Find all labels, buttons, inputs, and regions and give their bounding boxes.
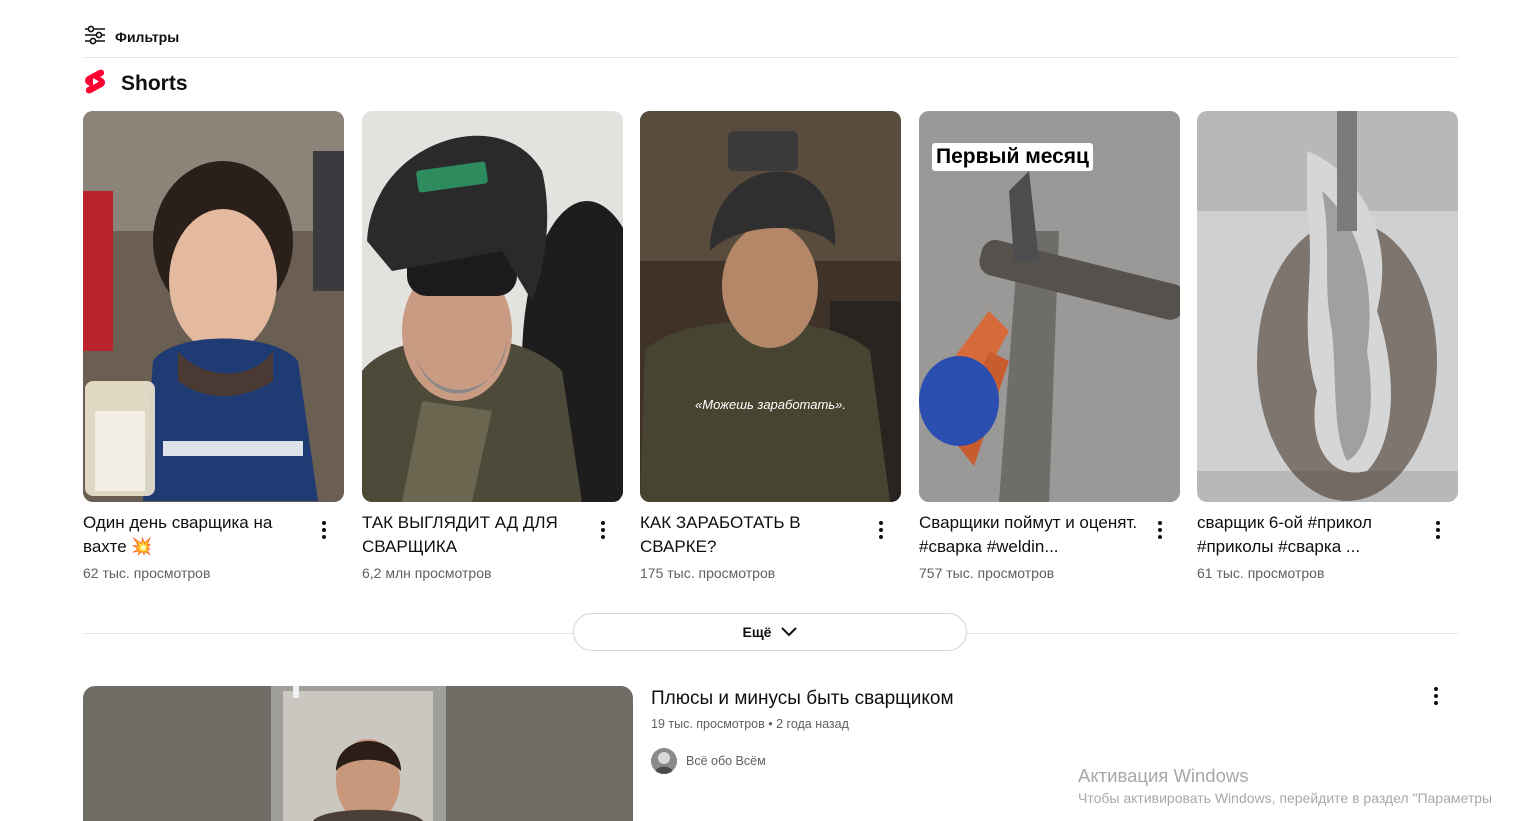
video-metadata: 19 тыс. просмотров • 2 года назад: [651, 717, 849, 731]
meta-separator: •: [768, 717, 773, 731]
more-options-button[interactable]: [1426, 518, 1450, 542]
video-age: 2 года назад: [776, 717, 849, 731]
short-item[interactable]: сварщик 6-ой #прикол #приколы #сварка ..…: [1197, 111, 1458, 581]
short-views: 175 тыс. просмотров: [640, 565, 776, 581]
more-options-button[interactable]: [1424, 684, 1448, 708]
short-thumbnail[interactable]: [83, 111, 344, 502]
short-item[interactable]: Один день сварщика на вахте 💥 62 тыс. пр…: [83, 111, 344, 581]
kebab-icon: [322, 521, 326, 539]
chevron-down-icon: [781, 624, 798, 640]
short-title[interactable]: Сварщики поймут и оценят. #сварка #weldi…: [919, 511, 1139, 559]
filters-icon: [83, 23, 107, 52]
shorts-logo-icon: [83, 68, 107, 101]
short-item[interactable]: «Можешь заработать». КАК ЗАРАБОТАТЬ В СВ…: [640, 111, 901, 581]
video-thumbnail[interactable]: [83, 686, 633, 821]
short-title[interactable]: ТАК ВЫГЛЯДИТ АД ДЛЯ СВАРЩИКА: [362, 511, 582, 559]
short-thumbnail[interactable]: [1197, 111, 1458, 502]
windows-activation-title: Активация Windows: [1078, 765, 1249, 786]
short-views: 6,2 млн просмотров: [362, 565, 492, 581]
avatar[interactable]: [651, 748, 677, 774]
kebab-icon: [879, 521, 883, 539]
divider: [967, 633, 1458, 634]
short-item[interactable]: ТАК ВЫГЛЯДИТ АД ДЛЯ СВАРЩИКА 6,2 млн про…: [362, 111, 623, 581]
short-thumbnail[interactable]: [362, 111, 623, 502]
windows-activation-text: Чтобы активировать Windows, перейдите в …: [1078, 790, 1493, 806]
divider: [83, 633, 573, 634]
short-title[interactable]: КАК ЗАРАБОТАТЬ В СВАРКЕ?: [640, 511, 860, 559]
kebab-icon: [1436, 521, 1440, 539]
channel-name[interactable]: Всё обо Всём: [686, 754, 766, 768]
filters-button[interactable]: Фильтры: [83, 24, 179, 50]
short-item[interactable]: Первый месяц Сварщики поймут и оценят. #…: [919, 111, 1180, 581]
short-thumbnail[interactable]: «Можешь заработать».: [640, 111, 901, 502]
show-more-button[interactable]: Ещё: [573, 613, 967, 651]
more-options-button[interactable]: [312, 518, 336, 542]
short-views: 757 тыс. просмотров: [919, 565, 1055, 581]
show-more-label: Ещё: [742, 624, 772, 640]
channel-link[interactable]: Всё обо Всём: [651, 748, 766, 774]
video-subtitle-overlay: «Можешь заработать».: [695, 397, 846, 412]
short-views: 62 тыс. просмотров: [83, 565, 211, 581]
short-title[interactable]: сварщик 6-ой #прикол #приколы #сварка ..…: [1197, 511, 1417, 559]
more-options-button[interactable]: [869, 518, 893, 542]
shorts-header: Shorts: [83, 68, 188, 100]
video-title[interactable]: Плюсы и минусы быть сварщиком: [651, 688, 954, 710]
video-caption-overlay: Первый месяц: [932, 143, 1093, 171]
short-views: 61 тыс. просмотров: [1197, 565, 1325, 581]
video-views: 19 тыс. просмотров: [651, 717, 765, 731]
more-options-button[interactable]: [1148, 518, 1172, 542]
filters-label: Фильтры: [115, 29, 180, 45]
shorts-section-title: Shorts: [121, 72, 188, 95]
kebab-icon: [1434, 687, 1438, 705]
short-title[interactable]: Один день сварщика на вахте 💥: [83, 511, 303, 559]
more-options-button[interactable]: [591, 518, 615, 542]
short-thumbnail[interactable]: Первый месяц: [919, 111, 1180, 502]
divider: [83, 57, 1458, 58]
kebab-icon: [1158, 521, 1162, 539]
kebab-icon: [601, 521, 605, 539]
